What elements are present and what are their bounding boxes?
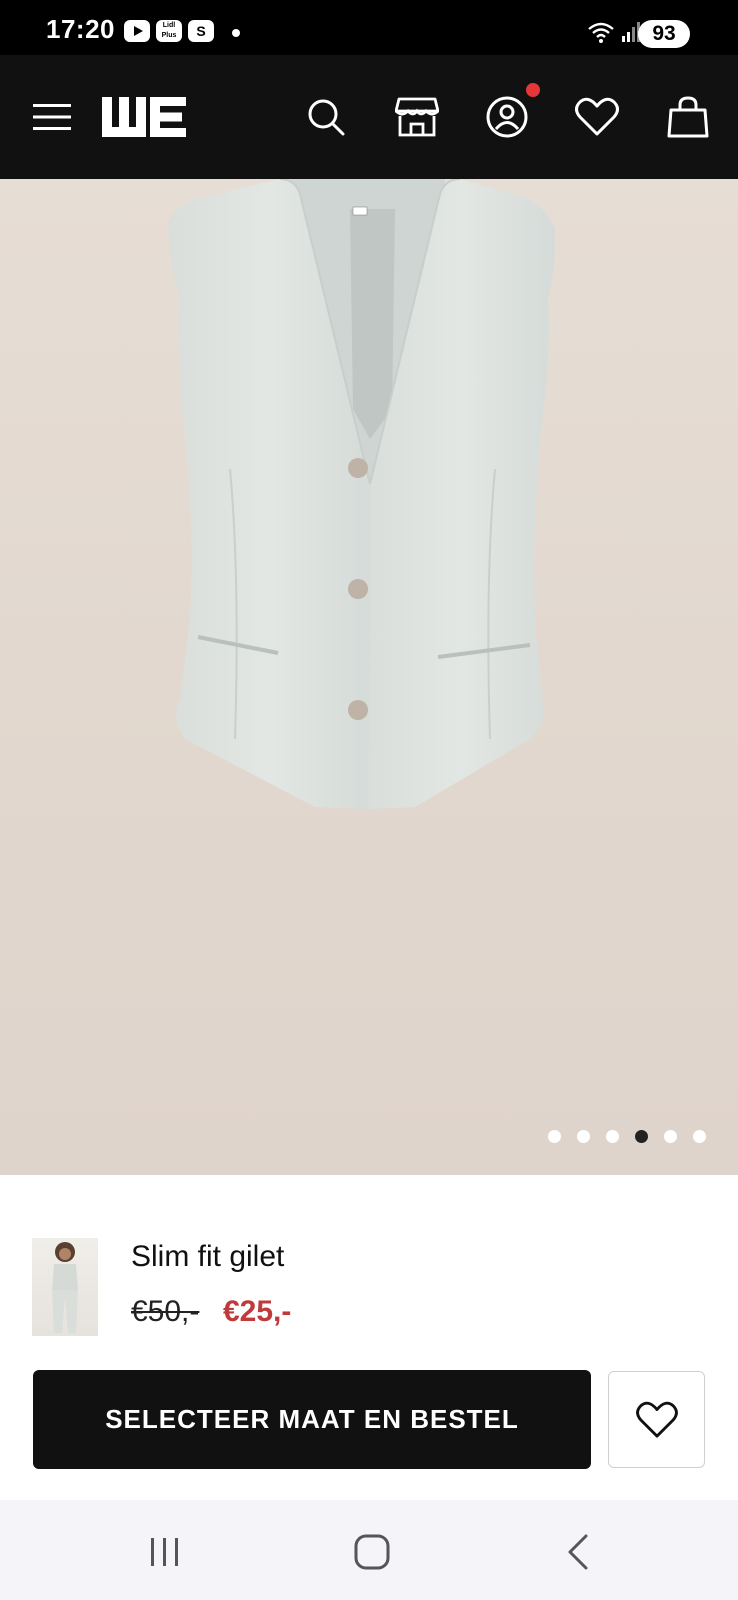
s-app-icon: S [188,20,214,42]
youtube-icon [124,20,150,42]
heart-icon [575,97,619,136]
we-logo[interactable] [102,97,186,137]
lidl-plus-icon: Lidl Plus [156,20,182,42]
carousel-dot[interactable] [664,1130,677,1143]
carousel-indicator [548,1130,708,1144]
original-price: €50,- [131,1295,200,1328]
carousel-dot[interactable] [693,1130,706,1143]
recent-apps-button[interactable] [135,1530,195,1574]
status-time: 17:20 [46,14,115,44]
bag-button[interactable] [664,93,712,141]
store-icon [395,97,439,137]
home-icon [354,1534,390,1570]
carousel-dot[interactable] [606,1130,619,1143]
recent-apps-icon [151,1538,178,1566]
store-button[interactable] [393,93,441,141]
sale-price: €25,- [223,1295,292,1328]
back-button[interactable] [548,1530,608,1574]
product-thumbnail[interactable] [32,1238,98,1336]
heart-icon [635,1401,678,1438]
carousel-dot-active[interactable] [635,1130,648,1143]
system-nav-bar [0,1500,738,1600]
vest-illustration [168,179,556,809]
battery-indicator: 93 [638,20,690,48]
wifi-icon [588,22,614,43]
site-header [0,55,738,179]
menu-icon [33,104,71,130]
home-button[interactable] [342,1530,402,1574]
account-notification-badge [526,83,540,97]
model-thumbnail-image [52,1242,78,1333]
wishlist-button[interactable] [573,93,621,141]
bag-icon [667,96,709,138]
account-button[interactable] [483,93,531,141]
product-name: Slim fit gilet [131,1240,285,1273]
search-icon [308,99,345,136]
status-bar: 17:20 Lidl Plus S 93 [0,0,738,55]
select-size-order-button[interactable]: SELECTEER MAAT EN BESTEL [33,1370,591,1469]
product-image[interactable] [0,179,738,1175]
menu-button[interactable] [28,93,76,141]
search-button[interactable] [302,93,350,141]
notification-dot-icon [232,29,240,37]
account-icon [486,96,528,138]
back-icon [568,1534,588,1570]
carousel-dot[interactable] [548,1130,561,1143]
add-to-wishlist-button[interactable] [608,1371,705,1468]
carousel-dot[interactable] [577,1130,590,1143]
